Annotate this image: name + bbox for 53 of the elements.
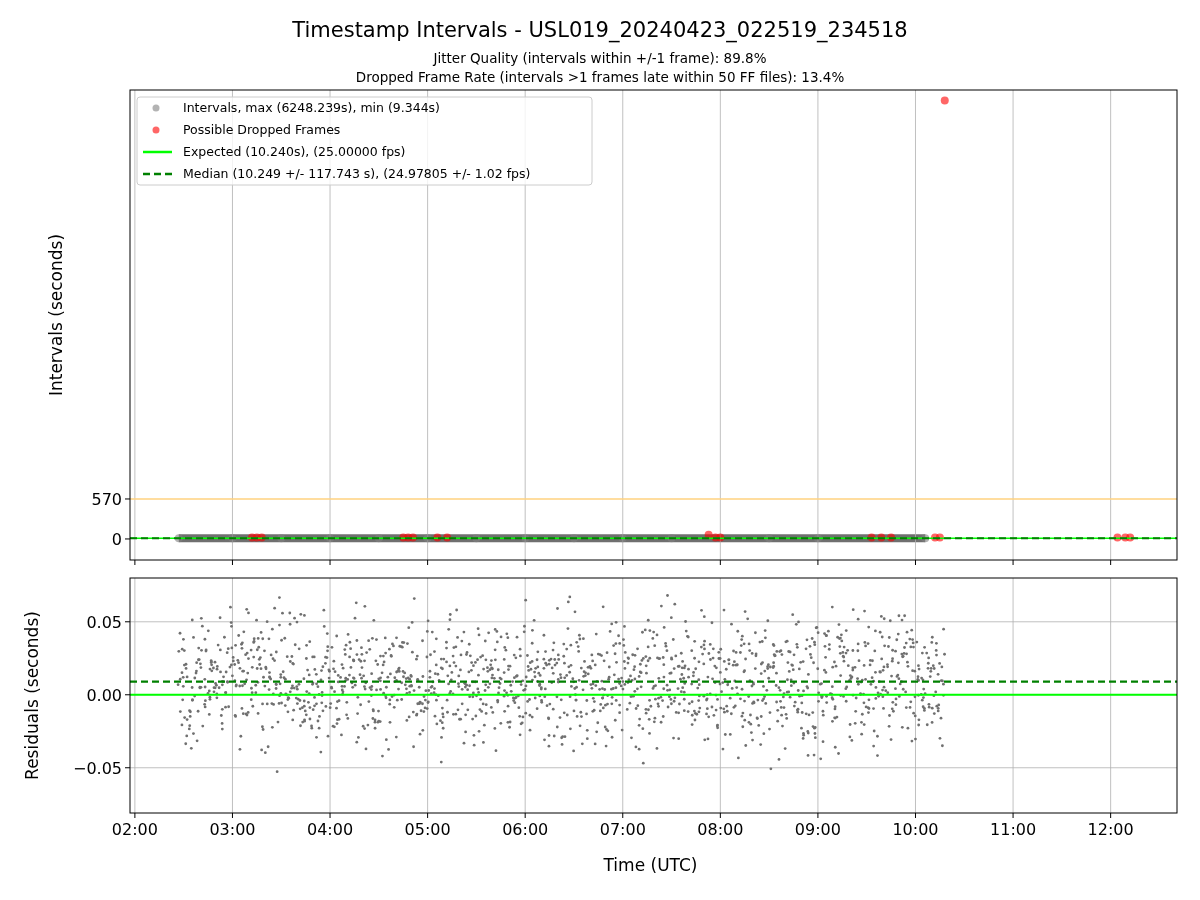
x-tick-label: 08:00 <box>697 820 744 839</box>
y-tick-label: −0.05 <box>72 758 122 778</box>
chart-title: Timestamp Intervals - USL019_20240423_022519_234518 <box>292 18 908 42</box>
tick-mark <box>124 621 131 623</box>
x-tick-label: 05:00 <box>404 820 451 839</box>
x-axis-label: Time (UTC) <box>603 855 698 875</box>
x-tick-label: 04:00 <box>307 820 354 839</box>
x-tick-label: 03:00 <box>209 820 256 839</box>
x-tick-label: 06:00 <box>502 820 549 839</box>
tick-mark <box>427 559 429 566</box>
tick-mark <box>1012 559 1014 566</box>
tick-mark <box>817 559 819 566</box>
tick-mark <box>622 812 624 819</box>
y-tick-label: 0.00 <box>86 685 122 705</box>
chart-subtitle: Jitter Quality (intervals within +/-1 frame): 89.8% <box>433 50 767 66</box>
tick-mark <box>1110 812 1112 819</box>
tick-mark <box>134 559 136 566</box>
tick-mark <box>329 559 331 566</box>
tick-mark <box>329 812 331 819</box>
tick-mark <box>124 694 131 696</box>
y-tick-label: 570 <box>91 489 122 509</box>
tick-mark <box>719 812 721 819</box>
tick-mark <box>231 812 233 819</box>
tick-mark <box>719 559 721 566</box>
legend-label: Expected (10.240s), (25.00000 fps) <box>183 144 406 159</box>
tick-mark <box>524 812 526 819</box>
tick-mark <box>817 812 819 819</box>
tick-mark <box>915 559 916 566</box>
chart-subtitle: Dropped Frame Rate (intervals >1 frames late within 50 FF files): 13.4% <box>355 69 845 85</box>
y-tick-label: 0 <box>111 529 122 549</box>
tick-mark <box>915 812 916 819</box>
tick-mark <box>622 559 624 566</box>
legend-label: Intervals, max (6248.239s), min (9.344s) <box>183 100 440 115</box>
tick-mark <box>1012 812 1014 819</box>
x-tick-label: 11:00 <box>990 820 1037 839</box>
y-axis-label: Residuals (seconds) <box>22 611 42 780</box>
tick-mark <box>427 812 429 819</box>
tick-mark <box>124 767 131 769</box>
legend-label: Possible Dropped Frames <box>183 122 341 137</box>
tick-mark <box>134 812 136 819</box>
legend-label: Median (10.249 +/- 117.743 s), (24.97805 +/- 1.02 fps) <box>183 166 531 181</box>
y-axis-label: Intervals (seconds) <box>46 233 66 397</box>
tick-mark <box>231 559 233 566</box>
x-tick-label: 02:00 <box>111 820 158 839</box>
tick-mark <box>1110 559 1112 566</box>
tick-mark <box>524 559 526 566</box>
x-tick-label: 10:00 <box>892 820 939 839</box>
tick-mark <box>124 538 131 540</box>
x-tick-label: 07:00 <box>599 820 646 839</box>
x-tick-label: 12:00 <box>1087 820 1134 839</box>
y-tick-label: 0.05 <box>86 612 122 632</box>
tick-mark <box>124 498 131 500</box>
x-tick-label: 09:00 <box>794 820 841 839</box>
